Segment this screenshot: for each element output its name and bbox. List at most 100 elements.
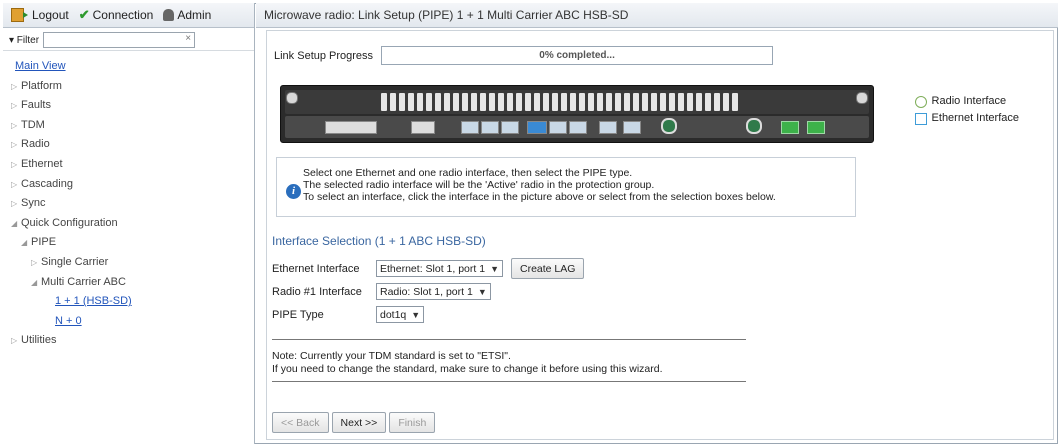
collapsed-arrow-icon[interactable]: ▷ [11,77,21,97]
note-line-1: Note: Currently your TDM standard is set… [272,350,511,362]
expanded-arrow-icon[interactable]: ◢ [31,273,41,293]
vent-slot [687,93,693,111]
back-button[interactable]: << Back [272,412,329,433]
vent-slot [723,93,729,111]
tree-item[interactable]: ▷ Cascading [3,175,254,195]
navigation-tree: Main View ▷ Platform ▷ Faults ▷ TDM ▷ Radio ▷ Ethe… [3,51,254,351]
clear-filter-icon[interactable]: × [185,33,191,44]
progress-text: 0% completed... [539,50,615,61]
radio-port-1[interactable] [661,118,677,134]
collapsed-arrow-icon[interactable]: ▷ [11,116,21,136]
admin-button[interactable]: Admin [163,8,211,22]
create-lag-button[interactable]: Create LAG [510,258,585,279]
collapsed-arrow-icon[interactable]: ▷ [11,175,21,195]
info-line-2: The selected radio interface will be the… [303,179,655,191]
serial-port [325,121,377,134]
vent-slot [471,93,477,111]
ethernet-port-selected[interactable] [527,121,547,134]
tree-item[interactable]: 1 + 1 (HSB-SD) [3,292,254,312]
collapsed-arrow-icon[interactable]: ▷ [11,155,21,175]
collapsed-arrow-icon[interactable]: ▷ [11,96,21,116]
tree-item-label: Multi Carrier ABC [41,275,126,288]
expanded-arrow-icon[interactable]: ◢ [21,233,31,253]
tree-item[interactable]: ▷ Sync [3,194,254,214]
tdm-note: Note: Currently your TDM standard is set… [272,350,663,376]
logout-icon [11,8,28,22]
ethernet-port-1[interactable] [461,121,479,134]
pipe-type-select[interactable]: dot1q ▼ [376,306,425,323]
tree-item[interactable]: ▷ Radio [3,135,254,155]
tree-item[interactable]: ▷ Faults [3,96,254,116]
tree-item-label: TDM [21,118,45,131]
radio-interface-value: Radio: Slot 1, port 1 [380,285,473,298]
vent-slot [543,93,549,111]
vent-slot [696,93,702,111]
tree-item[interactable]: Main View [3,57,254,77]
tree-item[interactable]: ▷ TDM [3,116,254,136]
vent-slot [444,93,450,111]
logout-label: Logout [32,8,69,22]
vent-slot [660,93,666,111]
page-title: Microwave radio: Link Setup (PIPE) 1 + 1… [256,3,1058,28]
check-icon: ✔ [78,7,90,22]
expanded-arrow-icon[interactable]: ◢ [11,214,21,234]
ethernet-port-2[interactable] [481,121,499,134]
collapsed-arrow-icon[interactable]: ▷ [11,135,21,155]
tree-item-label: Cascading [21,177,73,190]
vent-slot [597,93,603,111]
tree-item[interactable]: ▷ Single Carrier [3,253,254,273]
tree-item[interactable]: ◢ Multi Carrier ABC [3,273,254,293]
vent-slot [615,93,621,111]
tree-item[interactable]: ▷ Platform [3,77,254,97]
vent-slot [417,93,423,111]
admin-label: Admin [177,8,212,22]
vent-slot [498,93,504,111]
collapsed-arrow-icon[interactable]: ▷ [11,331,21,351]
connection-button[interactable]: ✔ Connection [79,7,154,23]
tree-item[interactable]: N + 0 [3,312,254,332]
filter-input[interactable]: × [43,32,196,48]
vent-slot [624,93,630,111]
finish-button[interactable]: Finish [389,412,436,433]
legend-radio-label: Radio Interface [931,95,1007,107]
tree-item[interactable]: ▷ Ethernet [3,155,254,175]
info-line-1: Select one Ethernet and one radio interf… [303,167,633,179]
chevron-down-icon: ▼ [490,263,499,274]
sfp-port-1[interactable] [781,121,799,134]
navigation-panel: Logout ✔ Connection Admin ▾ Filter × Mai… [3,3,255,444]
vent-slot [534,93,540,111]
radio-port-2[interactable] [746,118,762,134]
collapsed-arrow-icon[interactable]: ▷ [11,194,21,214]
filter-label[interactable]: ▾ Filter [9,35,39,46]
console-port [411,121,435,134]
tree-item-label: Faults [21,99,51,112]
vent-slot [678,93,684,111]
radio-interface-select[interactable]: Radio: Slot 1, port 1 ▼ [376,283,491,300]
vent-slot [606,93,612,111]
ethernet-interface-select[interactable]: Ethernet: Slot 1, port 1 ▼ [376,260,503,277]
sfp-port-2[interactable] [807,121,825,134]
ethernet-port-3[interactable] [501,121,519,134]
vent-slot [480,93,486,111]
ethernet-port-6[interactable] [569,121,587,134]
ethernet-port-7[interactable] [599,121,617,134]
vent-slot [435,93,441,111]
tree-item[interactable]: ▷ Utilities [3,331,254,351]
tree-item-label: Sync [21,197,46,210]
tree-item-label: Quick Configuration [21,216,118,229]
tree-item-label: Utilities [21,334,57,347]
tree-item[interactable]: ◢ PIPE [3,233,254,253]
vent-slot [453,93,459,111]
vent-slot [579,93,585,111]
chevron-down-icon: ▼ [477,286,487,297]
next-button[interactable]: Next >> [331,412,387,433]
chevron-down-icon: ▼ [411,309,421,320]
ethernet-port-8[interactable] [623,121,641,134]
vent-slot [462,93,468,111]
collapsed-arrow-icon[interactable]: ▷ [31,253,41,273]
logout-button[interactable]: Logout [11,8,69,22]
vent-slot [714,93,720,111]
ethernet-port-5[interactable] [549,121,567,134]
tree-item[interactable]: ◢ Quick Configuration [3,214,254,234]
vent-slot [669,93,675,111]
